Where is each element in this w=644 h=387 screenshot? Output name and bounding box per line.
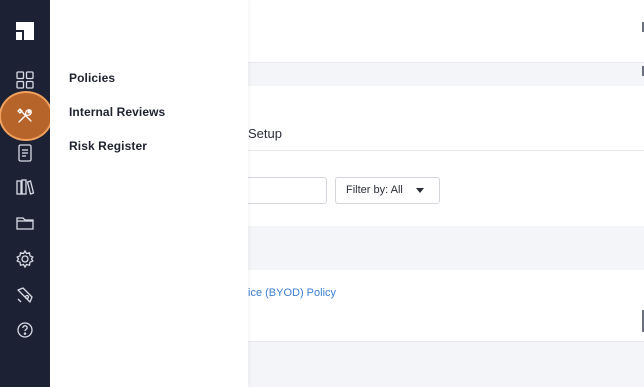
document-icon[interactable] xyxy=(15,143,35,163)
library-icon[interactable] xyxy=(15,177,35,197)
folder-icon[interactable] xyxy=(15,213,35,233)
table-header xyxy=(248,226,644,270)
policy-link[interactable]: ice (BYOD) Policy xyxy=(248,287,336,299)
submenu-flyout: Policies Internal Reviews Risk Register xyxy=(50,0,248,387)
tools-icon[interactable] xyxy=(15,106,35,126)
search-input[interactable] xyxy=(248,177,327,204)
dashboard-icon[interactable] xyxy=(15,70,35,90)
help-icon[interactable] xyxy=(15,320,35,340)
menu-item-policies[interactable]: Policies xyxy=(69,71,115,85)
caret-down-icon xyxy=(416,188,424,193)
settings-icon[interactable] xyxy=(15,249,35,269)
footer-band xyxy=(248,342,644,387)
logo-icon[interactable] xyxy=(13,19,37,43)
menu-item-internal-reviews[interactable]: Internal Reviews xyxy=(69,105,165,119)
menu-item-risk-register[interactable]: Risk Register xyxy=(69,139,147,153)
icon-rail xyxy=(0,0,51,387)
top-card xyxy=(248,0,644,63)
tab-setup[interactable]: Setup xyxy=(248,126,282,141)
tab-divider xyxy=(248,150,644,151)
main-content: Setup Filter by: All ice (BYOD) Policy xyxy=(248,0,644,387)
filter-dropdown[interactable]: Filter by: All xyxy=(335,177,440,204)
table-row[interactable]: ice (BYOD) Policy xyxy=(248,271,644,342)
rocket-icon[interactable] xyxy=(15,285,35,305)
filter-label: Filter by: All xyxy=(346,184,403,196)
